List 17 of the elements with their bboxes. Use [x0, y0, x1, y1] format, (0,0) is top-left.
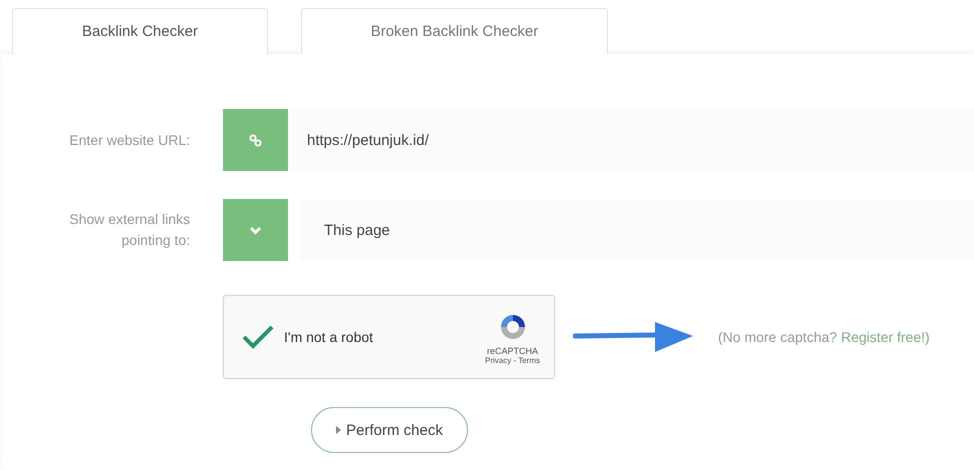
scope-dropdown[interactable]: This page: [300, 199, 974, 261]
captcha-brand: reCAPTCHA: [487, 346, 538, 356]
checkmark-icon: [242, 325, 274, 349]
chevron-down-icon: [249, 226, 262, 234]
perform-check-button[interactable]: Perform check: [311, 407, 468, 453]
field-label: Show external links pointing to:: [68, 210, 190, 250]
register-note: (No more captcha? Register free!): [718, 329, 930, 345]
captcha-label: I'm not a robot: [284, 329, 374, 345]
captcha-checkbox[interactable]: [242, 323, 276, 351]
arrow-icon: [573, 320, 695, 354]
url-field[interactable]: https://petunjuk.id/: [288, 108, 974, 172]
tab[interactable]: Broken Backlink Checker: [301, 8, 608, 54]
captcha-links: Privacy - Terms: [485, 356, 540, 364]
field-label: Enter website URL:: [68, 130, 190, 150]
link-icon: [249, 134, 262, 146]
play-icon: [336, 426, 342, 434]
tab[interactable]: Backlink Checker: [12, 8, 268, 54]
